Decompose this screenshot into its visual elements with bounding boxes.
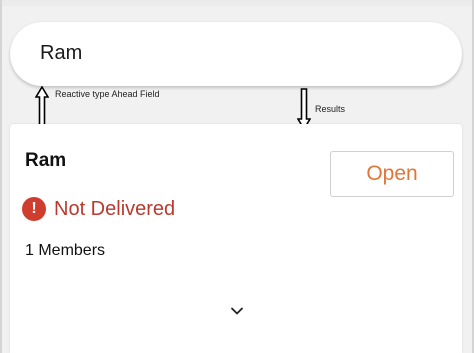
status-row: ! Not Delivered [22,196,175,222]
status-text: Not Delivered [54,197,176,220]
screen: Ram Reactive type Ahead Field Results Ra… [0,0,474,353]
alert-circle-icon: ! [22,197,46,221]
top-strip [0,0,474,6]
members-count: 1 Members [25,242,106,259]
result-title: Ram [25,150,67,171]
result-card[interactable]: Ram Open ! Not Delivered 1 Members [10,124,462,353]
annotation-results: Results [315,104,346,114]
search-value[interactable]: Ram [40,42,82,65]
annotation-field: Reactive type Ahead Field [55,89,160,99]
open-button[interactable]: Open [330,151,454,197]
chevron-down-icon[interactable] [230,304,244,318]
typeahead-search-field[interactable]: Ram [10,22,462,86]
left-edge [0,0,2,353]
